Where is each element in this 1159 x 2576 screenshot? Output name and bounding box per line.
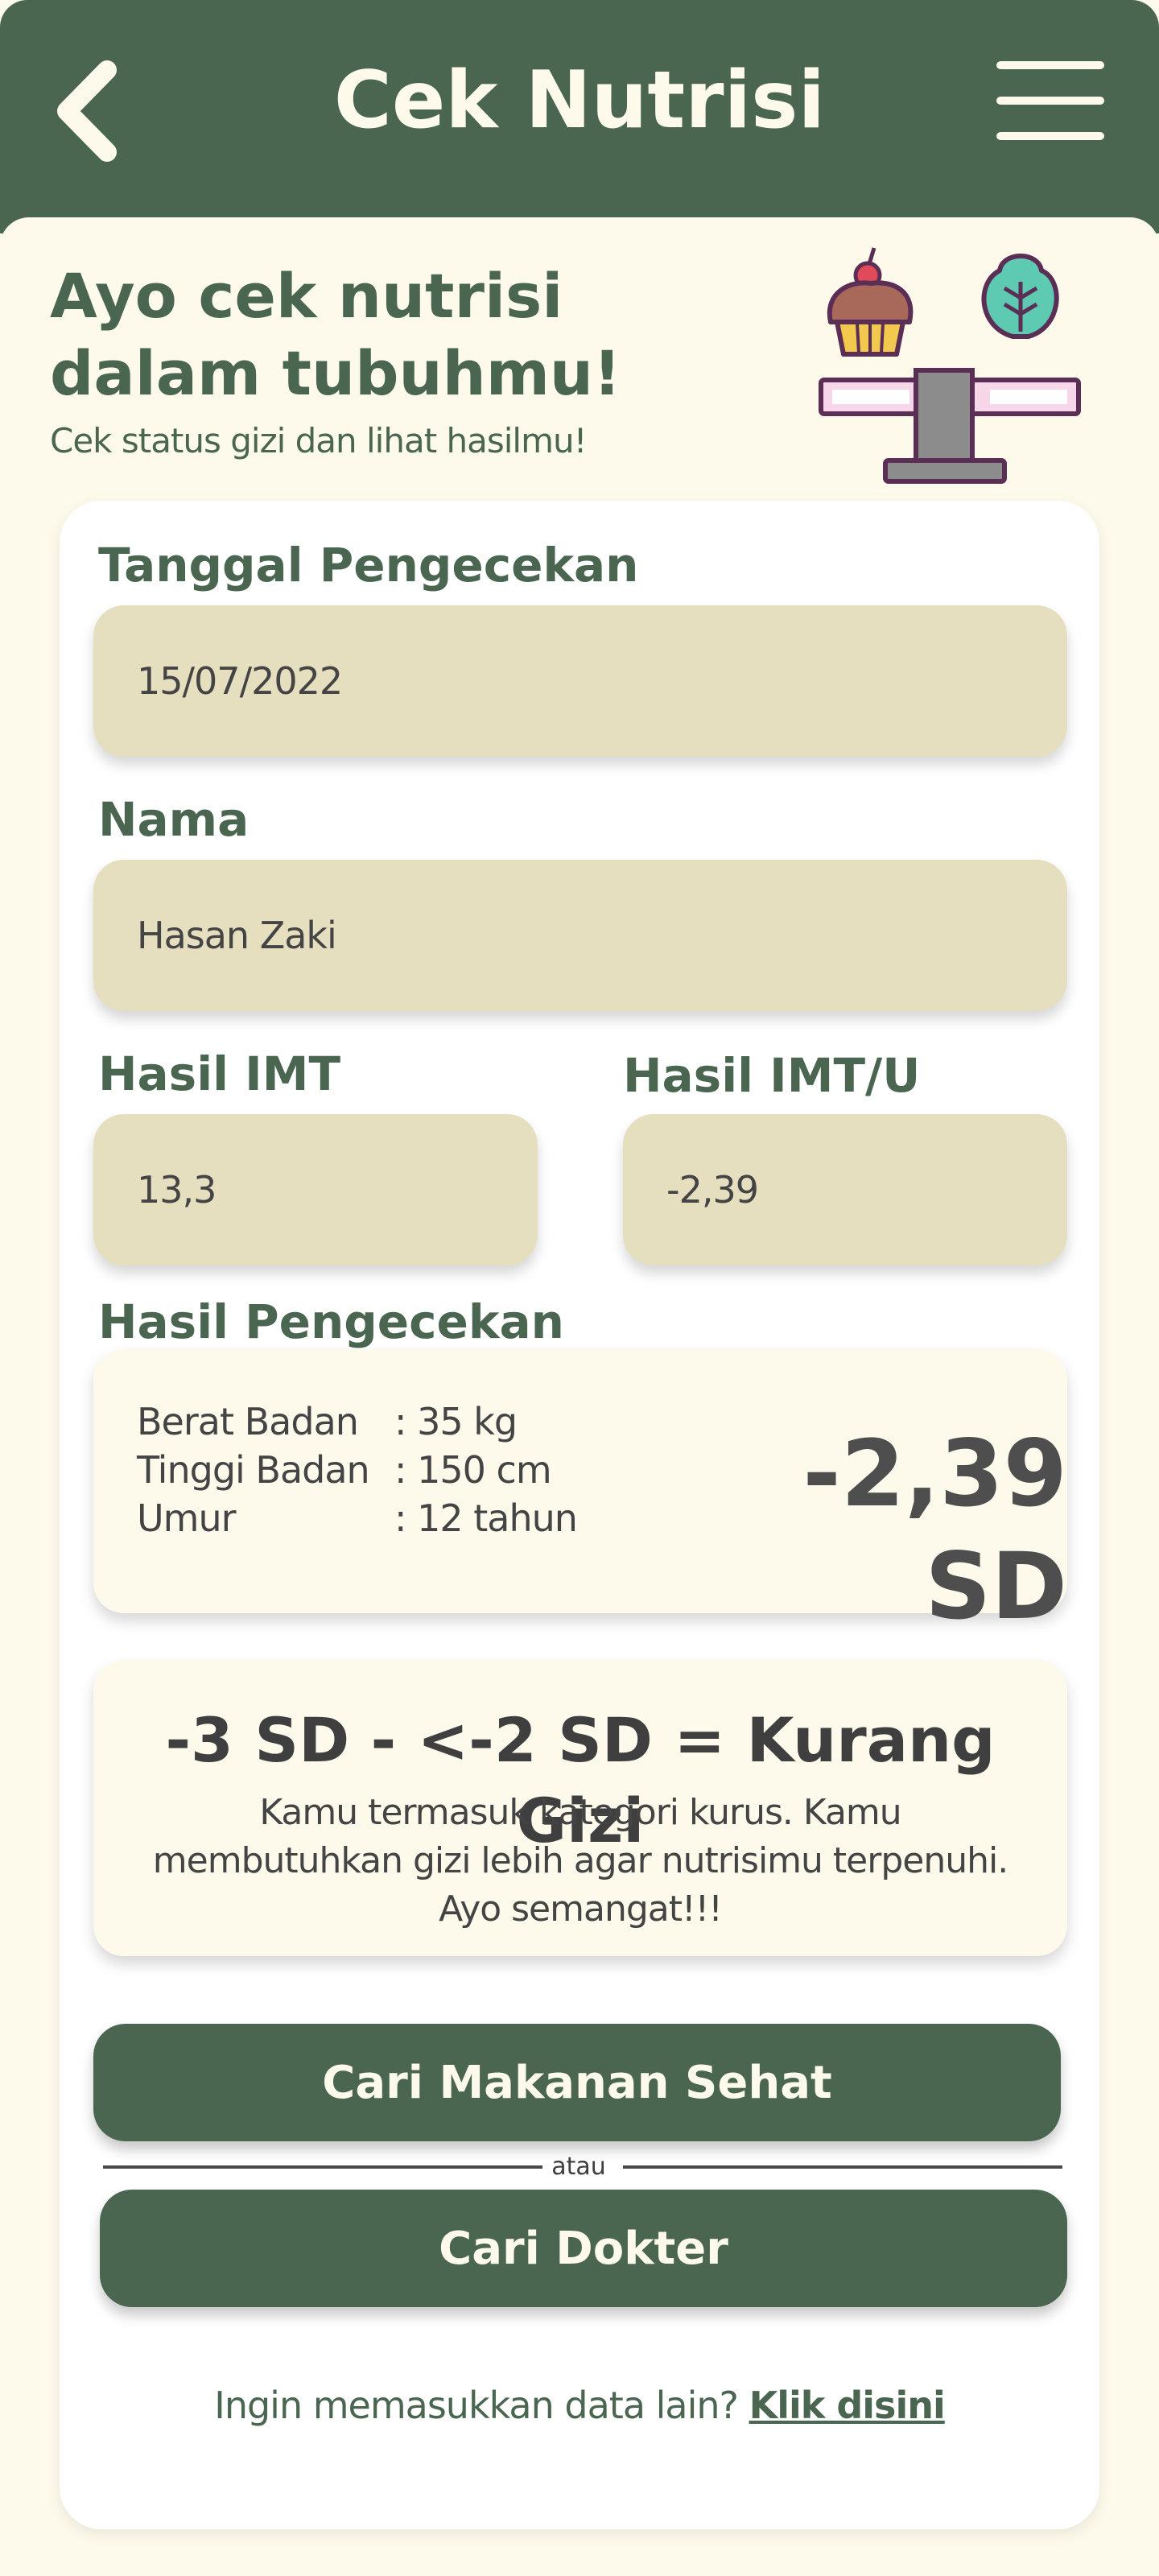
check-result-card: Tanggal Pengecekan 15/07/2022 Nama Hasan… [60, 501, 1099, 2529]
imtu-field[interactable]: -2,39 [623, 1114, 1067, 1265]
intro-subtitle: Cek status gizi dan lihat hasilmu! [50, 421, 587, 460]
imtu-label: Hasil IMT/U [623, 1048, 921, 1103]
result-label: Hasil Pengecekan [98, 1294, 564, 1349]
menu-button[interactable] [990, 58, 1111, 147]
footer-prompt: Ingin memasukkan data lain? Klik disini [60, 2381, 1099, 2429]
measurement-value: : 35 kg [394, 1400, 518, 1443]
date-label: Tanggal Pengecekan [98, 538, 639, 592]
imt-field[interactable]: 13,3 [93, 1114, 538, 1265]
measurement-row: Umur : 12 tahun [137, 1494, 588, 1542]
category-panel: -3 SD - <-2 SD = Kurang Gizi Kamu termas… [93, 1660, 1067, 1956]
imt-label: Hasil IMT [98, 1046, 341, 1101]
name-label: Nama [98, 792, 250, 847]
divider-line-right [623, 2165, 1062, 2169]
category-description: Kamu termasuk kategori kurus. Kamu membu… [152, 1792, 1008, 1930]
measurement-value: : 150 cm [394, 1448, 552, 1492]
intro-title: Ayo cek nutrisi dalam tubuhmu! [50, 260, 621, 409]
measurement-list: Berat Badan : 35 kg Tinggi Badan : 150 c… [137, 1397, 588, 1542]
date-field[interactable]: 15/07/2022 [93, 605, 1067, 757]
find-healthy-food-button[interactable]: Cari Makanan Sehat [93, 2024, 1061, 2141]
name-field[interactable]: Hasan Zaki [93, 860, 1067, 1011]
sd-value: -2,39 SD [802, 1420, 1067, 1640]
measurement-key: Berat Badan [137, 1400, 359, 1443]
app-header: Cek Nutrisi [0, 0, 1159, 233]
footer-question: Ingin memasukkan data lain? [214, 2384, 739, 2427]
divider-text: atau [551, 2153, 606, 2181]
divider-line-left [103, 2165, 542, 2169]
find-doctor-button[interactable]: Cari Dokter [100, 2190, 1067, 2307]
measurement-key: Tinggi Badan [137, 1448, 370, 1492]
page-title: Cek Nutrisi [333, 55, 826, 147]
click-here-link[interactable]: Klik disini [749, 2384, 946, 2427]
measurement-row: Berat Badan : 35 kg [137, 1397, 588, 1446]
measurement-row: Tinggi Badan : 150 cm [137, 1446, 588, 1494]
food-scale-illustration [819, 247, 1081, 484]
measurement-value: : 12 tahun [394, 1496, 578, 1540]
main-content: Ayo cek nutrisi dalam tubuhmu! Cek statu… [0, 217, 1159, 2576]
measurement-panel: Berat Badan : 35 kg Tinggi Badan : 150 c… [93, 1349, 1067, 1640]
measurement-key: Umur [137, 1496, 237, 1540]
